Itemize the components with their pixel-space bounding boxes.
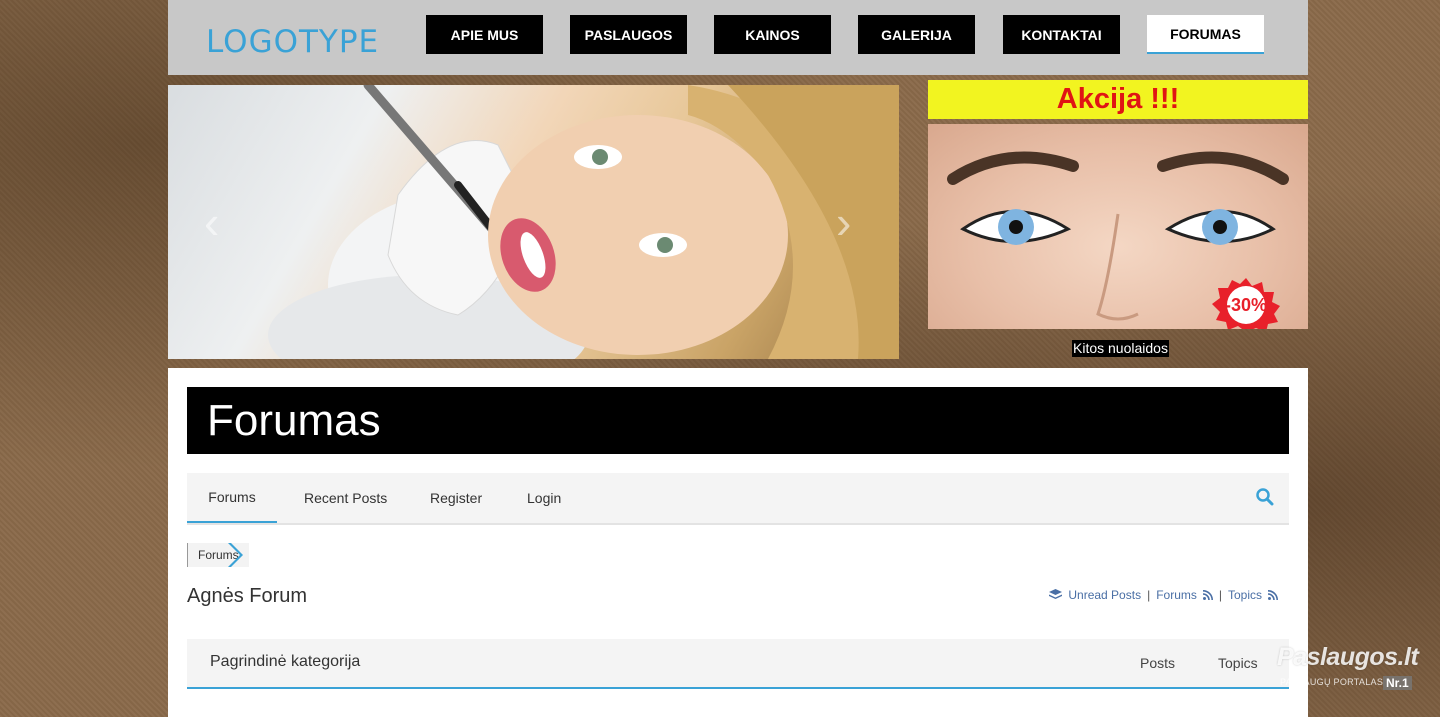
separator: | xyxy=(1147,588,1151,602)
nav-galerija[interactable]: GALERIJA xyxy=(858,15,975,54)
main-content: Forumas Forums Recent Posts Register Log… xyxy=(168,368,1308,717)
rss-icon[interactable] xyxy=(1268,590,1278,600)
promo-image[interactable]: -30% xyxy=(928,124,1308,329)
search-icon[interactable] xyxy=(1255,487,1275,507)
other-discounts-link[interactable]: Kitos nuolaidos xyxy=(1072,340,1169,357)
hero-image xyxy=(268,85,899,359)
category-title[interactable]: Pagrindinė kategorija xyxy=(210,653,360,671)
logo[interactable]: LOGOTYPE xyxy=(206,24,379,60)
breadcrumb-chevron-icon xyxy=(228,543,243,567)
tab-login[interactable]: Login xyxy=(527,473,561,523)
nav-forumas[interactable]: FORUMAS xyxy=(1147,15,1264,54)
slider-prev-icon[interactable]: ‹ xyxy=(204,195,219,249)
promo-title: Akcija !!! xyxy=(928,80,1308,119)
hero-slider: ‹ › xyxy=(168,85,899,359)
tab-register[interactable]: Register xyxy=(430,473,482,523)
svg-text:-30%: -30% xyxy=(1225,295,1267,315)
unread-posts-link[interactable]: Unread Posts xyxy=(1068,588,1141,602)
watermark-logo: Paslaugos.lt PASLAUGŲ PORTALAS Nr.1 xyxy=(1277,643,1419,695)
watermark-sub: PASLAUGŲ PORTALAS xyxy=(1280,677,1384,687)
tab-forums[interactable]: Forums xyxy=(187,473,277,523)
watermark-rank: Nr.1 xyxy=(1383,676,1412,690)
slider-next-icon[interactable]: › xyxy=(836,195,851,249)
topics-rss-link[interactable]: Topics xyxy=(1228,588,1262,602)
nav-paslaugos[interactable]: PASLAUGOS xyxy=(570,15,687,54)
watermark-main: Paslaugos.lt xyxy=(1277,643,1419,671)
rss-icon[interactable] xyxy=(1202,590,1213,600)
category-header: Pagrindinė kategorija Posts Topics xyxy=(187,639,1289,689)
quick-links: Unread Posts | Forums | Topics xyxy=(1049,588,1278,602)
column-topics: Topics xyxy=(1218,655,1258,671)
discount-badge-icon: -30% xyxy=(1212,278,1280,329)
forums-rss-link[interactable]: Forums xyxy=(1156,588,1197,602)
tab-recent-posts[interactable]: Recent Posts xyxy=(304,473,387,523)
nav-kainos[interactable]: KAINOS xyxy=(714,15,831,54)
site-header: LOGOTYPE APIE MUS PASLAUGOS KAINOS GALER… xyxy=(168,0,1308,75)
column-posts: Posts xyxy=(1140,655,1176,671)
separator: | xyxy=(1218,588,1222,602)
page-title: Forumas xyxy=(187,387,1289,454)
forum-heading: Agnės Forum xyxy=(187,585,308,607)
layers-icon xyxy=(1049,589,1063,599)
forum-nav-bar: Forums Recent Posts Register Login xyxy=(187,473,1289,525)
nav-apie-mus[interactable]: APIE MUS xyxy=(426,15,543,54)
nav-kontaktai[interactable]: KONTAKTAI xyxy=(1003,15,1120,54)
